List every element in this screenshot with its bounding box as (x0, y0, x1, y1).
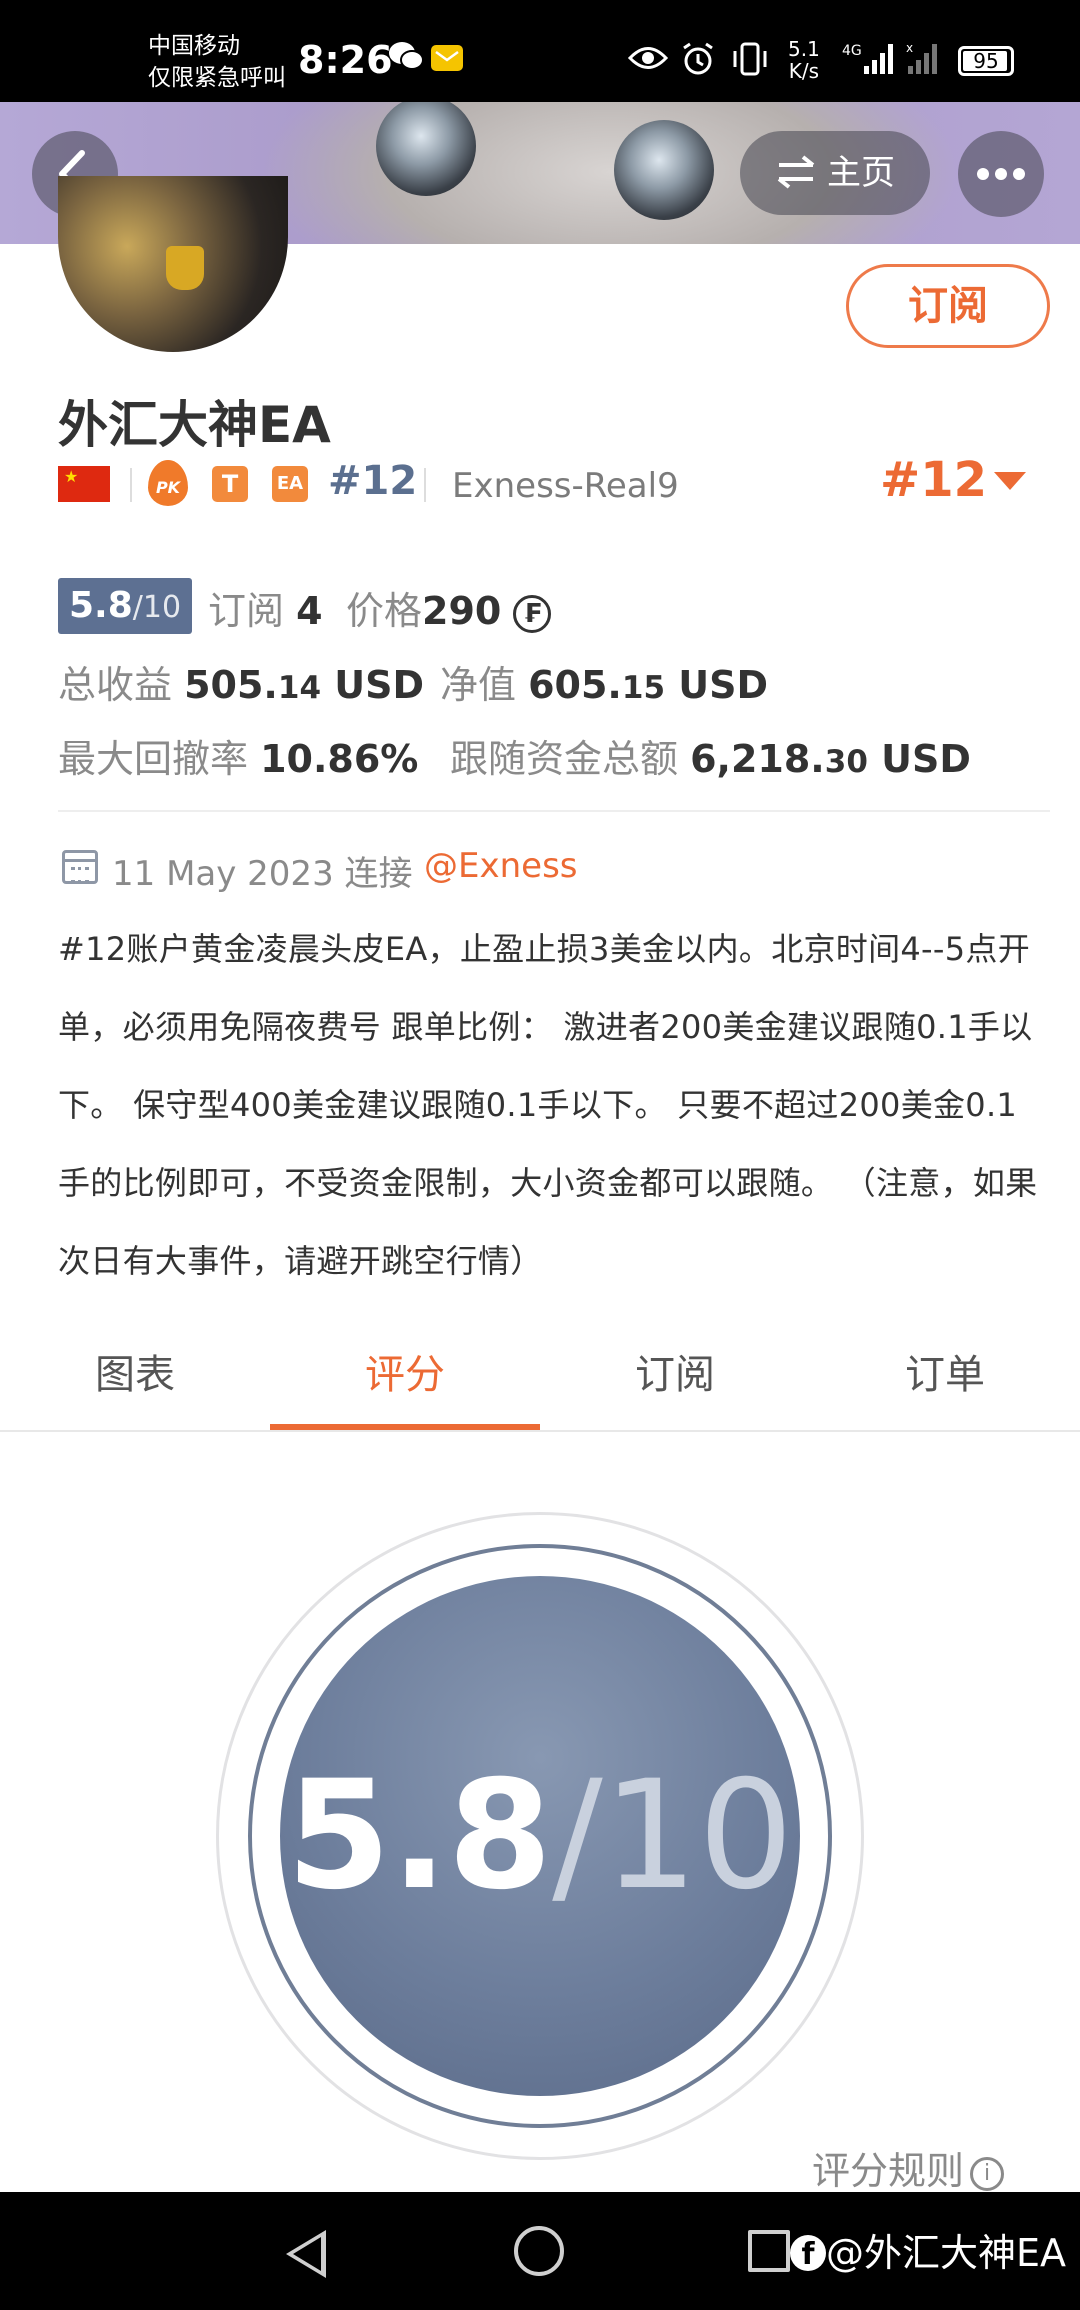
tab-subscribe[interactable]: 订阅 (540, 1330, 810, 1430)
more-button[interactable] (958, 131, 1044, 217)
strategy-description: #12账户黄金凌晨头皮EA，止盈止损3美金以内。北京时间4--5点开单，必须用免… (58, 930, 1038, 1280)
trader-name: 外汇大神EA (58, 396, 331, 454)
price: 价格290 ₣ (346, 580, 552, 635)
score-badge: 5.8/10 (58, 578, 192, 634)
rating-rules-label: 评分规则 (812, 2149, 965, 2193)
equity-dec: 15 (621, 670, 666, 706)
equity-int: 605. (528, 663, 622, 707)
price-label: 价格 (346, 589, 423, 633)
score-value: 5.8 (68, 585, 133, 626)
avatar-badge (166, 246, 204, 290)
total-profit-dec: 14 (277, 670, 322, 706)
total-profit-unit: USD (321, 663, 425, 707)
equity: 净值 605.15 USD (440, 654, 768, 709)
rating-score-value: 5.8 (286, 1749, 553, 1923)
calendar-icon (62, 850, 98, 884)
rating-score-denominator: /10 (552, 1749, 794, 1923)
total-profit: 总收益 505.14 USD (58, 654, 424, 709)
cover-eye-right (614, 120, 714, 220)
tab-orders[interactable]: 订单 (810, 1330, 1080, 1430)
equity-unit: USD (665, 663, 769, 707)
rating-score: 5.8/10 (280, 1576, 800, 2096)
tab-bar: 图表 评分 订阅 订单 (0, 1330, 1080, 1432)
total-profit-int: 505. (184, 663, 278, 707)
alarm-icon (680, 42, 716, 84)
carrier-status: 仅限紧急呼叫 (148, 65, 286, 91)
vibrate-icon (730, 42, 770, 84)
net-speed-value: 5.1 (788, 37, 820, 61)
facebook-icon: f (790, 2235, 826, 2272)
more-icon (977, 168, 1025, 180)
coin-icon: ₣ (513, 595, 552, 633)
status-bar: 中国移动 仅限紧急呼叫 8:26 5.1 K/s 4G x 95 (0, 0, 1080, 102)
subscribe-count-value: 4 (296, 589, 323, 633)
nav-home-icon[interactable] (514, 2226, 564, 2276)
watermark: f @外汇大神EA (790, 2222, 1066, 2277)
follow-funds-int: 6,218. (690, 737, 825, 781)
message-icon (430, 44, 464, 80)
watermark-text: @外汇大神EA (826, 2231, 1067, 2275)
carrier-text: 中国移动 仅限紧急呼叫 (148, 30, 286, 94)
nav-recent-icon[interactable] (748, 2230, 790, 2272)
follow-funds-dec: 30 (824, 744, 868, 780)
signal-2-icon: x (906, 40, 942, 84)
battery-percent: 95 (973, 49, 999, 73)
signal-icon (862, 40, 898, 84)
ea-badge: EA (272, 466, 308, 502)
network-type: 4G (842, 43, 862, 59)
follow-funds: 跟随资金总额 6,218.30 USD (450, 728, 971, 783)
broker-link[interactable]: @Exness (424, 846, 578, 886)
tab-rating[interactable]: 评分 (270, 1330, 540, 1430)
navigation-bar: f @外汇大神EA (0, 2192, 1080, 2310)
svg-text:x: x (906, 41, 913, 55)
divider (424, 468, 426, 502)
pk-badge: PK (148, 460, 188, 506)
drawdown-label: 最大回撤率 (58, 737, 249, 781)
info-icon: i (970, 2157, 1005, 2191)
total-profit-label: 总收益 (58, 663, 173, 707)
tab-indicator (270, 1424, 540, 1430)
rank-label: #12 (328, 458, 418, 504)
connect-date: 11 May 2023 连接 (112, 854, 413, 894)
score-denominator: /10 (132, 590, 182, 625)
follow-funds-unit: USD (867, 737, 971, 781)
china-flag-icon: ★ (58, 466, 110, 502)
clock: 8:26 (298, 38, 393, 82)
rank-dropdown[interactable]: #12 (880, 452, 987, 508)
battery-icon: 95 (958, 46, 1014, 76)
max-drawdown: 最大回撤率 10.86% (58, 728, 418, 783)
server-name: Exness-Real9 (452, 466, 679, 506)
t-badge: T (212, 466, 248, 502)
drawdown-value: 10.86% (260, 737, 419, 781)
switch-icon (777, 155, 815, 189)
tab-chart[interactable]: 图表 (0, 1330, 270, 1430)
net-speed: 5.1 K/s (788, 38, 820, 82)
net-speed-unit: K/s (788, 59, 820, 83)
subscribe-count: 订阅 4 (208, 580, 323, 635)
subscribe-button[interactable]: 订阅 (846, 264, 1050, 348)
home-label: 主页 (827, 153, 895, 193)
follow-funds-label: 跟随资金总额 (450, 737, 679, 781)
nav-back-icon[interactable] (286, 2230, 326, 2278)
dropdown-icon[interactable] (994, 472, 1026, 490)
carrier-name: 中国移动 (148, 33, 240, 59)
wechat-icon (388, 40, 424, 80)
eye-icon (627, 44, 669, 79)
subscribe-count-label: 订阅 (208, 589, 285, 633)
home-button[interactable]: 主页 (740, 131, 930, 215)
rating-rules-link[interactable]: 评分规则 i (812, 2140, 1005, 2195)
price-value: 290 (422, 589, 502, 633)
divider (58, 810, 1050, 812)
divider (130, 468, 132, 502)
equity-label: 净值 (440, 663, 517, 707)
avatar[interactable] (58, 176, 288, 352)
